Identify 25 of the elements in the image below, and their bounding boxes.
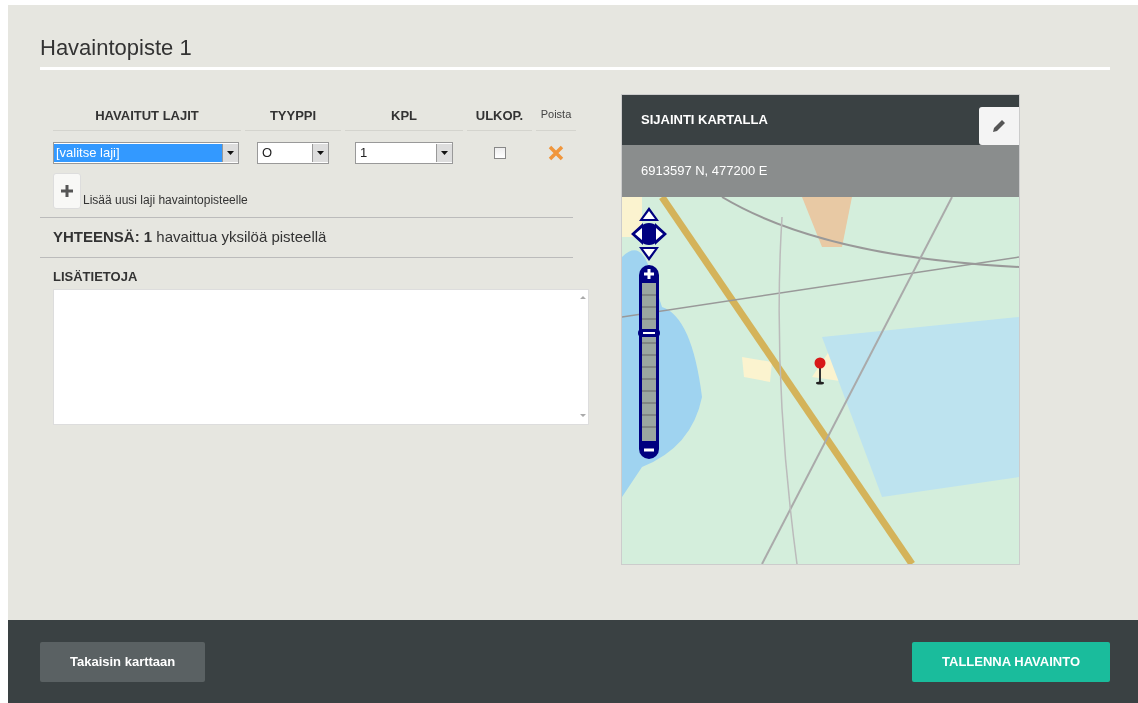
total-text: YHTEENSÄ: 1 havaittua yksilöä pisteellä [53, 226, 327, 247]
map-pin-icon [814, 357, 826, 385]
map-title: SIJAINTI KARTALLA [641, 111, 768, 129]
add-species-label: Lisää uusi laji havaintopisteelle [83, 191, 248, 209]
edit-button[interactable] [979, 107, 1019, 145]
type-select[interactable]: O [257, 141, 329, 164]
caret-icon [441, 150, 448, 155]
page-title: Havaintopiste 1 [40, 35, 193, 62]
coordinates-text: 6913597 N, 477200 E [641, 162, 768, 181]
pan-control-icon[interactable] [631, 207, 667, 261]
column-header: ULKOP. [475, 107, 524, 125]
notes-label: LISÄTIETOJA [53, 267, 139, 286]
back-button[interactable]: Takaisin karttaan [40, 641, 206, 682]
caret-icon [227, 150, 234, 155]
column-header: KPL [391, 107, 417, 125]
column-header: TYYPPI [269, 107, 317, 125]
notes-field[interactable] [53, 289, 589, 425]
column-header: Poista [540, 107, 572, 122]
column-header: HAVAITUT LAJIT [95, 107, 199, 125]
pencil-icon [992, 119, 1006, 133]
add-button[interactable] [53, 172, 81, 209]
plus-icon [60, 183, 74, 198]
caret-icon [317, 150, 324, 155]
count-select[interactable]: 1 [355, 141, 453, 164]
zoom-slider-icon[interactable] [638, 265, 660, 459]
